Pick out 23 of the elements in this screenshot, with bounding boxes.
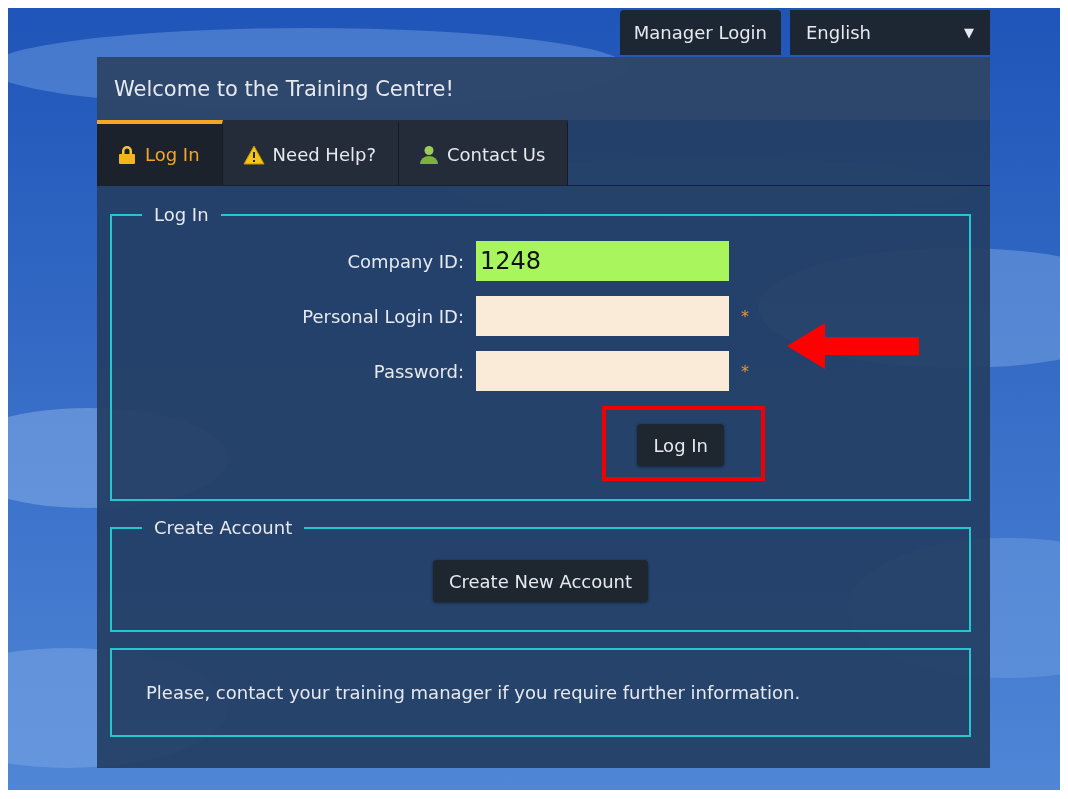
info-text: Please, contact your training manager if you require further information. <box>146 682 801 703</box>
language-dropdown[interactable]: English ▼ <box>790 10 990 55</box>
tab[interactable]: Contact Us <box>398 120 569 185</box>
arrow-icon <box>787 323 919 369</box>
input-field[interactable] <box>476 296 729 336</box>
padlock-icon <box>117 144 137 165</box>
person-icon <box>418 144 439 165</box>
field-label: Company ID: <box>346 250 464 272</box>
input-field[interactable]: 1248 <box>476 241 729 281</box>
manager-login-button[interactable]: Manager Login <box>619 10 781 55</box>
input-field[interactable] <box>476 351 729 391</box>
tab[interactable]: Need Help? <box>222 120 399 185</box>
field-label: Personal Login ID: <box>301 305 464 327</box>
panel-title: Welcome to the Training Centre! <box>97 57 990 120</box>
required-mark: * <box>741 361 750 381</box>
group-legend: Log In <box>142 204 221 225</box>
create-account-button[interactable]: Create New Account <box>432 560 649 602</box>
login-button[interactable]: Log In <box>637 424 724 466</box>
required-mark: * <box>741 306 750 326</box>
group-legend: Create Account <box>142 517 305 538</box>
warning-icon <box>242 144 265 165</box>
tab[interactable]: Log In <box>97 120 223 185</box>
field-label: Password: <box>372 360 464 382</box>
